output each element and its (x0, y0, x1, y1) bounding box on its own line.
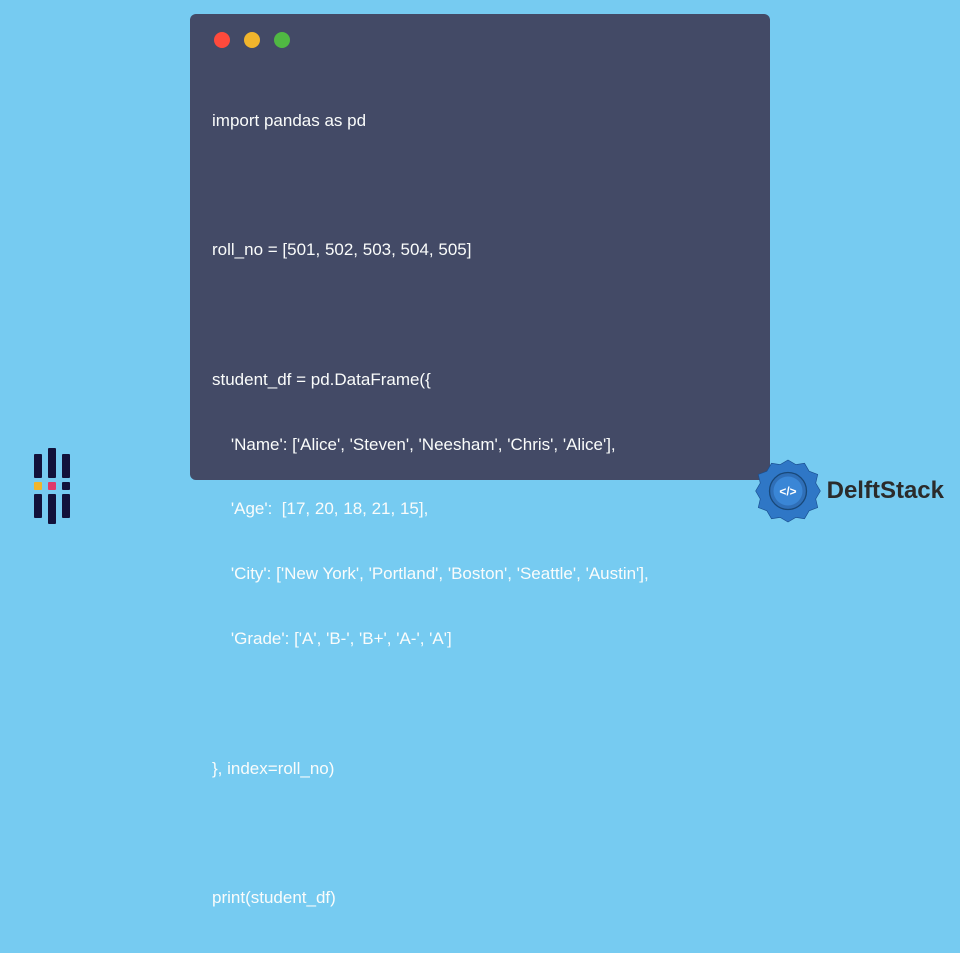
code-line (212, 176, 748, 200)
code-line: print(student_df) (212, 888, 748, 912)
maximize-icon[interactable] (274, 32, 290, 48)
brand-name: DelftStack (827, 477, 944, 505)
close-icon[interactable] (214, 32, 230, 48)
code-line: student_df = pd.DataFrame({ (212, 370, 748, 394)
code-line: roll_no = [501, 502, 503, 504, 505] (212, 240, 748, 264)
code-block: import pandas as pd roll_no = [501, 502,… (212, 70, 748, 953)
code-line: import pandas as pd (212, 111, 748, 135)
code-line (212, 823, 748, 847)
code-line: 'City': ['New York', 'Portland', 'Boston… (212, 564, 748, 588)
code-line: 'Grade': ['A', 'B-', 'B+', 'A-', 'A'] (212, 629, 748, 653)
svg-text:</>: </> (779, 485, 796, 499)
gear-icon: </> (755, 458, 821, 524)
code-card: import pandas as pd roll_no = [501, 502,… (190, 14, 770, 480)
brand-badge: </> DelftStack (755, 458, 944, 524)
code-line: 'Name': ['Alice', 'Steven', 'Neesham', '… (212, 435, 748, 459)
code-line: 'Age': [17, 20, 18, 21, 15], (212, 499, 748, 523)
minimize-icon[interactable] (244, 32, 260, 48)
code-line (212, 694, 748, 718)
code-line: }, index=roll_no) (212, 759, 748, 783)
left-logo-icon (16, 446, 96, 526)
code-line (212, 305, 748, 329)
window-controls (212, 28, 748, 48)
